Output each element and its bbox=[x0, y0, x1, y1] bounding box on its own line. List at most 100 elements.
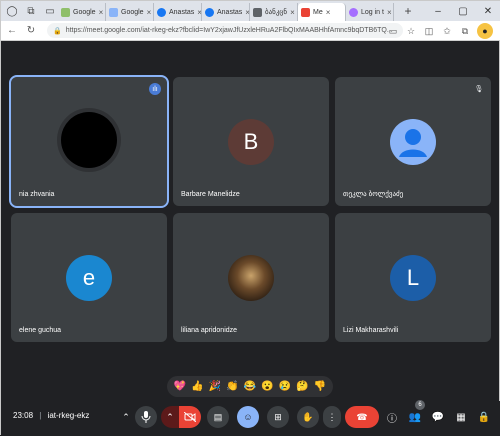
back-icon[interactable]: ← bbox=[4, 23, 20, 39]
profile-icon[interactable]: ◯ bbox=[4, 3, 20, 19]
tab-label: Anastas bbox=[217, 8, 243, 16]
reactions-button[interactable]: ☺ bbox=[237, 406, 259, 428]
avatar bbox=[390, 119, 436, 165]
surprised-icon[interactable]: 😮 bbox=[261, 381, 273, 392]
facebook-favicon-icon bbox=[205, 7, 214, 17]
minimize-icon[interactable]: – bbox=[427, 1, 449, 21]
camera-off-button[interactable] bbox=[179, 406, 201, 428]
participant-tile[interactable]: L Lizi Makharashvili bbox=[335, 213, 491, 342]
clapping-icon[interactable]: 👏 bbox=[226, 381, 238, 392]
new-tab-icon[interactable]: + bbox=[400, 3, 416, 19]
url-field[interactable]: 🔒 https://meet.google.com/iat-rkeg-ekz?f… bbox=[47, 23, 403, 38]
leave-call-button[interactable]: ☎ bbox=[345, 406, 379, 428]
avatar bbox=[61, 112, 117, 168]
tab-label: Log in t bbox=[361, 8, 384, 16]
tab-bar: ◯ ⧉ ▭ Google × Google × Anastas × Anasta… bbox=[1, 1, 500, 21]
close-icon[interactable]: × bbox=[290, 8, 295, 17]
participant-tile[interactable]: e elene guchua bbox=[11, 213, 167, 342]
tab-label: Me bbox=[313, 8, 323, 16]
close-icon[interactable]: × bbox=[99, 8, 104, 17]
tab-label: Google bbox=[121, 8, 144, 16]
thumbs-down-icon[interactable]: 👎 bbox=[314, 381, 326, 392]
tab-actions-icon[interactable]: ▭ bbox=[42, 3, 58, 19]
favorites-icon[interactable]: ✩ bbox=[439, 23, 455, 39]
mic-off-icon: 🎙 bbox=[474, 86, 484, 93]
captions-icon: ▤ bbox=[213, 411, 223, 422]
browser-window: ◯ ⧉ ▭ Google × Google × Anastas × Anasta… bbox=[0, 0, 500, 436]
screen-share-icon[interactable]: ▭ bbox=[385, 23, 401, 39]
person-icon bbox=[399, 129, 427, 157]
tab-bank[interactable]: ბანკცნ × bbox=[250, 3, 298, 21]
tab-google-2[interactable]: Google × bbox=[106, 3, 154, 21]
control-bar: 23:08 | iat-rkeg-ekz ⌃ ⌃ ▤ ☺ ⊞ ✋ ⋮ ☎ bbox=[1, 401, 500, 436]
activities-icon[interactable]: ▦ bbox=[453, 409, 469, 425]
tab-login[interactable]: Log in t × bbox=[346, 3, 394, 21]
meet-favicon-icon bbox=[301, 7, 310, 17]
speaking-icon: ılı bbox=[149, 83, 161, 95]
thumbs-up-icon[interactable]: 👍 bbox=[191, 381, 203, 392]
collections-icon[interactable]: ⧉ bbox=[457, 23, 473, 39]
maximize-icon[interactable]: ▢ bbox=[452, 1, 474, 21]
google-favicon-icon bbox=[61, 7, 70, 17]
more-vert-icon: ⋮ bbox=[327, 411, 337, 422]
more-options-button[interactable]: ⋮ bbox=[323, 406, 341, 428]
present-icon: ⊞ bbox=[274, 411, 282, 422]
participant-tile[interactable]: B Barbare Manelidze bbox=[173, 77, 329, 206]
present-button[interactable]: ⊞ bbox=[267, 406, 289, 428]
avatar: L bbox=[390, 255, 436, 301]
meeting-time: 23:08 bbox=[13, 411, 34, 420]
split-screen-icon[interactable]: ◫ bbox=[421, 23, 437, 39]
participant-name: Lizi Makharashvili bbox=[343, 327, 399, 334]
participant-name: elene guchua bbox=[19, 327, 62, 334]
close-icon[interactable]: × bbox=[326, 8, 331, 17]
tab-label: Anastas bbox=[169, 8, 195, 16]
laughing-icon[interactable]: 😂 bbox=[244, 381, 256, 392]
close-icon[interactable]: × bbox=[147, 8, 152, 17]
tab-label: Google bbox=[73, 8, 96, 16]
chevron-up-icon[interactable]: ⌃ bbox=[161, 406, 179, 428]
participant-tile[interactable]: liliana apridonidze bbox=[173, 213, 329, 342]
crying-icon[interactable]: 😢 bbox=[279, 381, 291, 392]
people-icon[interactable]: 👥 bbox=[407, 409, 423, 425]
close-icon[interactable]: × bbox=[387, 8, 392, 17]
participant-name: nia zhvania bbox=[19, 191, 55, 198]
people-count-badge: 6 bbox=[415, 400, 425, 410]
sparkling-heart-icon[interactable]: 💖 bbox=[174, 381, 186, 392]
workspaces-icon[interactable]: ⧉ bbox=[23, 3, 39, 19]
reactions-bar: 💖 👍 🎉 👏 😂 😮 😢 🤔 👎 bbox=[167, 376, 333, 397]
meeting-info: 23:08 | iat-rkeg-ekz bbox=[13, 411, 89, 420]
tab-meet[interactable]: Me × bbox=[298, 3, 346, 21]
chat-icon[interactable]: 💬 bbox=[430, 409, 446, 425]
lock-icon: 🔒 bbox=[53, 27, 62, 35]
participant-name: Barbare Manelidze bbox=[181, 191, 240, 198]
meeting-code: iat-rkeg-ekz bbox=[47, 411, 90, 420]
refresh-icon[interactable]: ↻ bbox=[23, 23, 39, 39]
chevron-up-icon[interactable]: ⌃ bbox=[119, 406, 133, 428]
host-controls-icon[interactable]: 🔒 bbox=[476, 409, 492, 425]
participant-name: თეკლა ბოლქვაძე bbox=[343, 191, 404, 198]
tab-facebook-2[interactable]: Anastas × bbox=[202, 3, 250, 21]
captions-button[interactable]: ▤ bbox=[207, 406, 229, 428]
tab-google-1[interactable]: Google × bbox=[58, 3, 106, 21]
info-icon[interactable]: ⓘ bbox=[384, 409, 400, 425]
participant-tile[interactable]: ılı nia zhvania bbox=[9, 75, 169, 208]
end-call-icon: ☎ bbox=[356, 411, 368, 422]
google-favicon-icon bbox=[109, 7, 118, 17]
avatar: e bbox=[66, 255, 112, 301]
camera-off-icon bbox=[184, 412, 196, 422]
participant-name: liliana apridonidze bbox=[181, 327, 238, 334]
tab-label: ბანკცნ bbox=[265, 9, 288, 16]
raise-hand-button[interactable]: ✋ bbox=[297, 406, 319, 428]
separator: | bbox=[39, 411, 42, 420]
tab-facebook-1[interactable]: Anastas × bbox=[154, 3, 202, 21]
facebook-favicon-icon bbox=[157, 7, 166, 17]
close-window-icon[interactable]: ✕ bbox=[477, 1, 499, 21]
star-icon[interactable]: ☆ bbox=[403, 23, 419, 39]
avatar bbox=[228, 255, 274, 301]
participant-tile[interactable]: 🎙 თეკლა ბოლქვაძე bbox=[335, 77, 491, 206]
party-popper-icon[interactable]: 🎉 bbox=[209, 381, 221, 392]
hand-icon: ✋ bbox=[302, 411, 314, 422]
mic-button[interactable] bbox=[135, 406, 157, 428]
copilot-icon[interactable]: ● bbox=[477, 23, 493, 39]
thinking-icon[interactable]: 🤔 bbox=[296, 381, 308, 392]
